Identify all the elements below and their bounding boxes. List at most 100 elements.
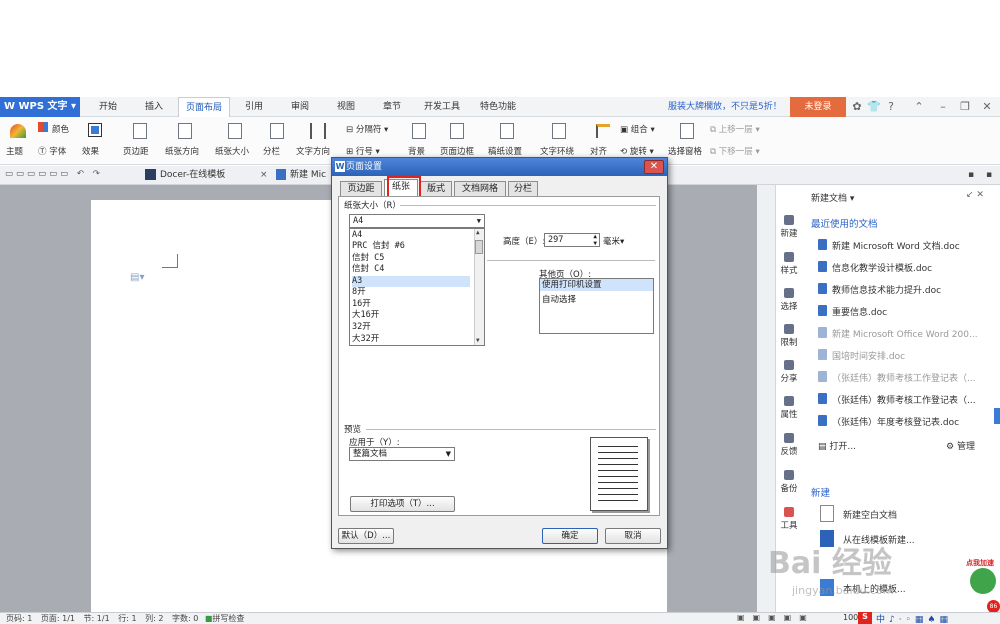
sidebar-item-new[interactable]: 新建 <box>775 215 803 239</box>
columns-button[interactable]: 分栏 <box>263 145 280 157</box>
list-item-selected[interactable]: A3 <box>352 276 470 287</box>
group-button[interactable]: ▣ 组合 ▾ <box>620 123 655 135</box>
align-button[interactable]: 对齐 <box>590 145 607 157</box>
orientation-button[interactable]: 纸张方向 <box>165 145 199 157</box>
list-item[interactable]: 32开 <box>352 322 470 333</box>
list-scroll-thumb[interactable] <box>475 240 483 254</box>
breaks-button[interactable]: ⊟ 分隔符 ▾ <box>346 123 388 135</box>
list-item[interactable]: A4 <box>352 230 470 241</box>
tab-menu-icon[interactable]: ▪ <box>986 166 992 185</box>
tab-developer[interactable]: 开发工具 <box>418 97 466 117</box>
tab-start[interactable]: 开始 <box>92 97 124 117</box>
height-input[interactable]: 297 ▲ ▼ <box>544 233 600 247</box>
paste-options-icon[interactable]: ▤▾ <box>130 272 144 283</box>
app-menu-button[interactable]: W WPS 文字 ▾ <box>0 97 80 117</box>
pane-pin-icon[interactable]: ↙ ✕ <box>966 190 984 200</box>
login-button[interactable]: 未登录 <box>790 97 846 117</box>
line-number-button[interactable]: ⊞ 行号 ▾ <box>346 145 380 157</box>
dialog-tab-layout[interactable]: 版式 <box>420 181 452 197</box>
ime-toolbar-icons[interactable]: 中♪·◦▦♠▦ <box>876 612 952 624</box>
sidebar-item-feedback[interactable]: 反馈 <box>775 433 803 457</box>
page-border-button[interactable]: 页面边框 <box>440 145 474 157</box>
skin-icon[interactable]: ✿ <box>850 97 864 117</box>
collapse-ribbon-icon[interactable]: ⌃ <box>912 97 926 117</box>
theme-icon[interactable] <box>10 124 26 138</box>
list-item[interactable]: 自动选择 <box>542 293 576 305</box>
zoom-level[interactable]: 100 <box>843 613 858 622</box>
new-blank-doc-button[interactable]: 新建空白文档 <box>843 508 897 521</box>
send-backward-button[interactable]: ⧉ 下移一层 ▾ <box>710 145 760 157</box>
font-button[interactable]: Ⓣ 字体 <box>38 145 66 157</box>
shirt-icon[interactable]: 👕 <box>867 97 881 117</box>
sidebar-item-restrict[interactable]: 限制 <box>775 324 803 348</box>
view-mode-icons[interactable]: ▣▣▣▣▣ <box>737 613 815 622</box>
effect-button[interactable]: 效果 <box>82 145 99 157</box>
manage-button[interactable]: ⚙ 管理 <box>946 439 975 452</box>
speedup-ball-icon[interactable] <box>970 568 996 594</box>
recent-doc-item[interactable]: 教师信息技术能力提升.doc <box>832 283 941 296</box>
close-tab-icon[interactable]: × <box>260 166 268 185</box>
color-button[interactable]: 颜色 <box>52 123 69 135</box>
sidebar-item-backup[interactable]: 备份 <box>775 470 803 494</box>
margin-button[interactable]: 页边距 <box>123 145 149 157</box>
selection-pane-button[interactable]: 选择窗格 <box>668 145 702 157</box>
input-method-icon[interactable]: S <box>858 612 872 624</box>
speedup-badge[interactable]: 点我加速 <box>966 558 994 568</box>
tab-view[interactable]: 视图 <box>330 97 362 117</box>
sidebar-item-tools[interactable]: 工具 <box>775 507 803 531</box>
sidebar-item-properties[interactable]: 属性 <box>775 396 803 420</box>
sidebar-item-style[interactable]: 样式 <box>775 252 803 276</box>
apply-to-select[interactable]: 整篇文档 ▼ <box>349 447 455 461</box>
spellcheck-button[interactable]: 拼写检查 <box>212 614 244 623</box>
tab-reference[interactable]: 引用 <box>238 97 270 117</box>
tab-review[interactable]: 审阅 <box>284 97 316 117</box>
tab-list-icon[interactable]: ▪ <box>968 166 974 185</box>
background-button[interactable]: 背景 <box>408 145 425 157</box>
text-direction-button[interactable]: 文字方向 <box>296 145 330 157</box>
list-item[interactable]: 大16开 <box>352 310 470 321</box>
list-item[interactable]: 大32开 <box>352 334 470 345</box>
recent-doc-item[interactable]: 信息化教学设计模板.doc <box>832 261 932 274</box>
close-icon[interactable]: ✕ <box>980 97 994 117</box>
text-wrap-button[interactable]: 文字环绕 <box>540 145 574 157</box>
tab-chapter[interactable]: 章节 <box>376 97 408 117</box>
pane-collapse-handle[interactable] <box>994 408 1000 424</box>
paper-size-button[interactable]: 纸张大小 <box>215 145 249 157</box>
help-icon[interactable]: ? <box>884 97 898 117</box>
list-item[interactable]: PRC 信封 #6 <box>352 241 470 252</box>
dialog-close-button[interactable]: ✕ <box>644 160 664 174</box>
print-options-button[interactable]: 打印选项（T）... <box>350 496 455 512</box>
list-item-selected[interactable]: 使用打印机设置 <box>540 279 653 291</box>
unit-select[interactable]: 毫米▾ <box>603 235 624 247</box>
recent-doc-item[interactable]: （张廷伟）教师考核工作登记表（... <box>832 371 976 384</box>
bring-forward-button[interactable]: ⧉ 上移一层 ▾ <box>710 123 760 135</box>
sidebar-item-share[interactable]: 分享 <box>775 360 803 384</box>
recent-doc-item[interactable]: （张廷伟）教师考核工作登记表（... <box>832 393 976 406</box>
promo-link[interactable]: 服装大牌櫊放，不只是5折！ <box>668 97 782 117</box>
task-pane-header[interactable]: 新建文档 ▾ <box>811 191 854 204</box>
paper-size-select[interactable]: A4 ▼ <box>349 214 485 228</box>
theme-button[interactable]: 主题 <box>6 145 23 157</box>
recent-doc-item[interactable]: （张廷伟）年度考核登记表.doc <box>832 415 959 428</box>
list-item[interactable]: 16开 <box>352 299 470 310</box>
scroll-down-icon[interactable]: ▼ <box>476 337 480 344</box>
tab-page-layout[interactable]: 页面布局 <box>178 97 230 117</box>
quick-access-icons[interactable]: ▭▭▭▭▭▭ ↶ ↷ <box>5 169 103 179</box>
open-button[interactable]: ▤ 打开... <box>818 439 856 452</box>
dialog-tab-margins[interactable]: 页边距 <box>340 181 382 197</box>
minimize-icon[interactable]: – <box>936 97 950 117</box>
default-button[interactable]: 默认（D）... <box>338 528 394 544</box>
rotate-button[interactable]: ⟲ 旋转 ▾ <box>620 145 654 157</box>
tab-insert[interactable]: 插入 <box>138 97 170 117</box>
tab-features[interactable]: 特色功能 <box>474 97 522 117</box>
dialog-tab-doc-grid[interactable]: 文档网格 <box>454 181 506 197</box>
draft-paper-button[interactable]: 稿纸设置 <box>488 145 522 157</box>
dialog-tab-columns[interactable]: 分栏 <box>508 181 538 197</box>
ok-button[interactable]: 确定 <box>542 528 598 544</box>
cancel-button[interactable]: 取消 <box>605 528 661 544</box>
recent-doc-item[interactable]: 重要信息.doc <box>832 305 887 318</box>
scroll-up-icon[interactable]: ▲ <box>476 229 480 236</box>
list-item[interactable]: 8开 <box>352 287 470 298</box>
recent-doc-item[interactable]: 国培时间安排.doc <box>832 349 905 362</box>
list-item[interactable]: 信封 C5 <box>352 253 470 264</box>
